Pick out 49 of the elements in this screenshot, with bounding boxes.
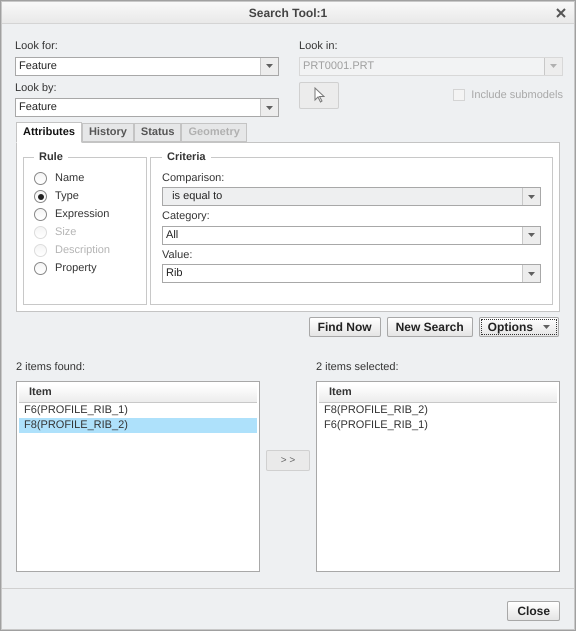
- radio-label: Expression: [55, 207, 110, 222]
- action-button[interactable]: New Search: [386, 317, 473, 337]
- radio-button[interactable]: [34, 208, 47, 221]
- tab[interactable]: History: [82, 123, 134, 142]
- caret-icon: [266, 106, 273, 110]
- field-label: Look in:: [299, 39, 339, 54]
- radio-button[interactable]: [34, 190, 47, 203]
- caret-icon: [528, 233, 535, 237]
- radio-label: Type: [55, 189, 79, 204]
- field-label: Value:: [162, 248, 194, 262]
- select-button[interactable]: [299, 82, 339, 108]
- group-title: Rule: [38, 150, 64, 165]
- list-label: 2 items found:: [16, 360, 86, 375]
- dropdown-field[interactable]: is equal to: [162, 187, 541, 206]
- list-item[interactable]: F8(PROFILE_RIB_2): [319, 402, 557, 418]
- field-label: Category:: [162, 209, 211, 224]
- caret-icon: [528, 194, 535, 198]
- field-label: Look by:: [15, 80, 58, 96]
- options-button[interactable]: Options: [478, 317, 559, 337]
- caret-icon: [550, 64, 557, 68]
- dropdown-field[interactable]: Feature: [15, 98, 279, 117]
- radio-label: Name: [55, 171, 84, 186]
- radio-label: Property: [55, 261, 97, 276]
- dropdown-field[interactable]: Feature: [15, 56, 279, 76]
- list-item[interactable]: F6(PROFILE_RIB_1): [19, 402, 257, 418]
- checkbox-label: Include submodels: [471, 88, 563, 103]
- group-title: Criteria: [166, 150, 207, 165]
- window-title: Search Tool:1: [248, 4, 328, 22]
- radio-label: Description: [55, 243, 110, 258]
- radio-button[interactable]: [34, 172, 47, 185]
- field-label: Look for:: [15, 39, 59, 54]
- move-button[interactable]: > >: [266, 450, 310, 471]
- list-item[interactable]: F8(PROFILE_RIB_2): [19, 418, 257, 432]
- radio-button[interactable]: [34, 262, 47, 275]
- caret-icon: [543, 325, 550, 329]
- tab[interactable]: Attributes: [16, 122, 82, 143]
- field-label: Comparison:: [162, 170, 226, 186]
- radio-label: Size: [55, 225, 76, 240]
- action-button[interactable]: Find Now: [308, 317, 381, 337]
- close-button[interactable]: Close: [507, 600, 560, 620]
- cursor-icon: [314, 87, 324, 103]
- caret-icon: [528, 272, 535, 276]
- list-item[interactable]: F6(PROFILE_RIB_1): [319, 418, 557, 432]
- tab[interactable]: Status: [134, 123, 182, 142]
- caret-icon: [266, 64, 273, 68]
- close-icon[interactable]: [556, 8, 566, 18]
- list-label: 2 items selected:: [316, 360, 400, 375]
- dropdown-field[interactable]: Rib: [162, 264, 541, 283]
- dropdown-field[interactable]: All: [162, 226, 541, 244]
